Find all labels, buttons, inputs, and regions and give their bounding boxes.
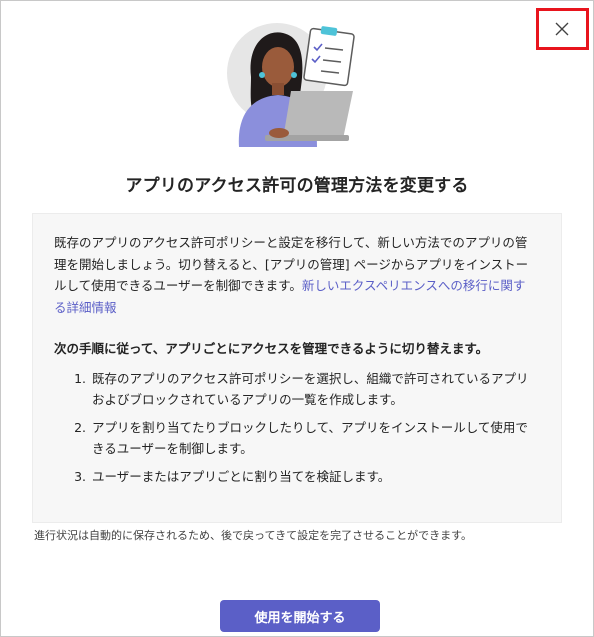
steps-heading: 次の手順に従って、アプリごとにアクセスを管理できるように切り替えます。 xyxy=(54,341,489,356)
close-button[interactable] xyxy=(544,13,580,45)
autosave-note: 進行状況は自動的に保存されるため、後で戻ってきて設定を完了させることができます。 xyxy=(34,529,473,542)
step-item: 既存のアプリのアクセス許可ポリシーを選択し、組織で許可されているアプリおよびブロ… xyxy=(90,368,537,411)
hero-illustration xyxy=(227,23,355,147)
step-item: アプリを割り当てたりブロックしたりして、アプリをインストールして使用できるユーザ… xyxy=(90,417,537,460)
info-panel: 既存のアプリのアクセス許可ポリシーと設定を移行して、新しい方法でのアプリの管理を… xyxy=(32,213,562,523)
step-item: ユーザーまたはアプリごとに割り当てを検証します。 xyxy=(90,466,537,488)
steps-list: 既存のアプリのアクセス許可ポリシーを選択し、組織で許可されているアプリおよびブロ… xyxy=(54,368,537,488)
dialog-title: アプリのアクセス許可の管理方法を変更する xyxy=(125,176,469,196)
intro-paragraph: 既存のアプリのアクセス許可ポリシーと設定を移行して、新しい方法でのアプリの管理を… xyxy=(54,232,537,318)
close-icon xyxy=(555,22,569,36)
get-started-button[interactable]: 使用を開始する xyxy=(220,600,380,632)
clipboard-icon xyxy=(303,26,355,87)
migration-dialog: アプリのアクセス許可の管理方法を変更する 既存のアプリのアクセス許可ポリシーと設… xyxy=(0,0,594,637)
